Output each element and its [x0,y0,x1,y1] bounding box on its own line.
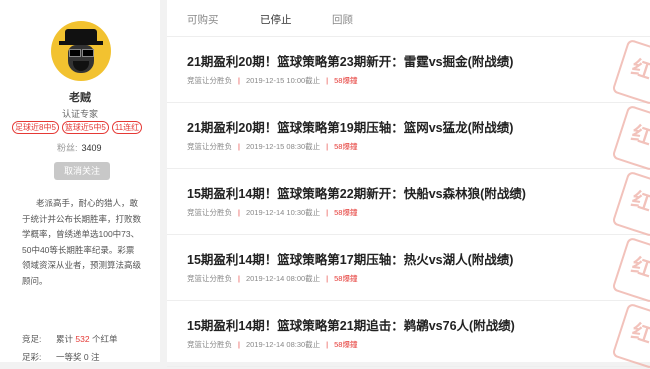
plan-title[interactable]: 15期盈利14期！篮球策略第17期压轴：热火vs湖人(附战绩) [187,249,513,268]
plan-meta: 竞篮让分胜负 | 2019-12-14 10:30截止 | 58爆鐘 [187,208,358,217]
list-item[interactable]: 15期盈利14期！篮球策略第22期新开：快船vs森林狼(附战绩) 竞篮让分胜负 |… [167,168,650,238]
red-stamp-icon: 红 [611,170,650,238]
plan-title[interactable]: 15期盈利14期！篮球策略第21期追击：鹈鹕vs76人(附战绩) [187,315,515,334]
list-item[interactable]: 21期盈利20期！篮球策略第19期压轴：篮网vs猛龙(附战绩) 竞篮让分胜负 | 2… [167,102,650,172]
plan-meta: 竞篮让分胜负 | 2019-12-14 08:00截止 | 58爆鐘 [187,274,358,283]
list-item[interactable]: 15期盈利14期！篮球策略第17期压轴：热火vs湖人(附战绩) 竞篮让分胜负 | 2… [167,234,650,304]
avatar[interactable] [51,21,111,81]
plan-list-panel: 可购买 已停止 回顾 21期盈利20期！篮球策略第23期新开：雷霆vs掘金(附战… [167,0,650,369]
unfollow-button[interactable]: 取消关注 [54,162,110,180]
tag-basketball-record: 篮球近5中5 [61,121,109,134]
expert-bio: 老派高手，耐心的猎人，敢于统计并公布长期胜率，打败数学概率，曾绣递单选100中7… [22,198,142,286]
expert-name: 老贼 [69,92,91,104]
stat-jingzu: 竞足: 累计 532 个红单 [22,334,118,344]
plan-title[interactable]: 21期盈利20期！篮球策略第19期压轴：篮网vs猛龙(附战绩) [187,117,513,136]
list-item[interactable]: 15期盈利14期！篮球策略第21期追击：鹈鹕vs76人(附战绩) 竞篮让分胜负 |… [167,300,650,369]
tab-available[interactable]: 可购买 [187,12,219,27]
expert-sidebar: 老贼 认证专家 足球近8中5 篮球近5中5 11连红 粉丝: 3409 取消关注 … [0,0,160,362]
tag-football-record: 足球近8中5 [12,121,59,134]
red-stamp-icon: 红 [611,302,650,369]
list-item[interactable]: 21期盈利20期！篮球策略第23期新开：雷霆vs掘金(附战绩) 竞篮让分胜负 | 2… [167,36,650,106]
expert-title: 认证专家 [61,109,98,119]
plan-meta: 竞篮让分胜负 | 2019-12-15 08:30截止 | 58爆鐘 [187,142,358,151]
fans-count: 粉丝: 3409 [57,143,102,153]
expert-tags: 足球近8中5 篮球近5中5 11连红 [12,121,143,134]
stat-zucai: 足彩: 一等奖 0 注 [22,352,100,362]
red-stamp-icon: 红 [611,236,650,304]
tab-review[interactable]: 回顾 [332,12,353,27]
plan-meta: 竞篮让分胜负 | 2019-12-15 10:00截止 | 58爆鐘 [187,76,358,85]
plan-meta: 竞篮让分胜负 | 2019-12-14 08:30截止 | 58爆鐘 [187,340,358,349]
tab-stopped[interactable]: 已停止 [260,12,292,27]
plan-title[interactable]: 21期盈利20期！篮球策略第23期新开：雷霆vs掘金(附战绩) [187,51,513,70]
tab-bar: 可购买 已停止 回顾 [167,0,650,37]
tag-win-streak: 11连红 [111,121,143,134]
red-stamp-icon: 红 [611,38,650,106]
plan-title[interactable]: 15期盈利14期！篮球策略第22期新开：快船vs森林狼(附战绩) [187,183,526,202]
red-stamp-icon: 红 [611,104,650,172]
